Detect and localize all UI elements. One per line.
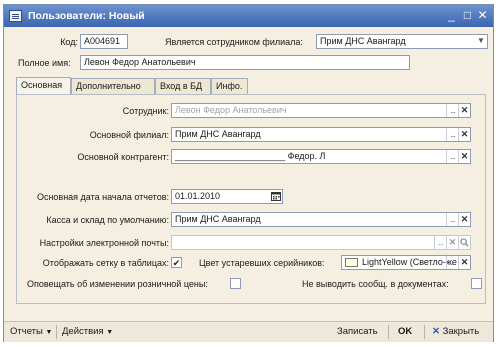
triangle-down-icon: ▼ <box>106 329 114 336</box>
code-label: Код: <box>60 37 78 47</box>
document-icon <box>9 10 22 22</box>
command-bar: Отчеты ▼ Действия ▼ Записать OK ✕ Закрыт… <box>4 321 493 342</box>
window-title: Пользователи: Новый <box>28 10 145 22</box>
ok-button[interactable]: OK <box>398 326 412 337</box>
close-window-button[interactable]: ✕ <box>475 8 490 23</box>
fullname-label: Полное имя: <box>18 58 71 68</box>
ellipsis-icon[interactable]: ... <box>446 213 458 226</box>
main-contractor-field[interactable]: ______________________ Федор. Л ... ✕ <box>171 149 471 164</box>
email-settings-field[interactable]: ... ✕ <box>171 235 471 250</box>
employee-value: Левон Федор Анатольевич <box>175 105 287 115</box>
employee-field[interactable]: Левон Федор Анатольевич ... ✕ <box>171 103 471 118</box>
branch-employee-value: Прим ДНС Авангард <box>320 36 406 46</box>
outdated-color-value: LightYellow (Светло-же <box>362 257 457 267</box>
chevron-down-icon[interactable]: ▼ <box>475 35 487 48</box>
employee-label: Сотрудник: <box>122 106 169 116</box>
title-bar: Пользователи: Новый _ □ ✕ <box>4 5 493 27</box>
color-swatch <box>345 258 358 267</box>
reports-menu-label: Отчеты <box>10 326 43 337</box>
no-messages-label: Не выводить сообщ. в документах: <box>302 279 449 289</box>
close-x-icon: ✕ <box>432 326 440 337</box>
ellipsis-icon[interactable]: ... <box>434 236 446 249</box>
clear-x-icon[interactable]: ✕ <box>458 256 470 269</box>
ellipsis-icon[interactable]: ... <box>446 104 458 117</box>
calendar-icon[interactable] <box>270 190 282 203</box>
branch-employee-select[interactable]: Прим ДНС Авангард ▼ <box>316 34 488 49</box>
close-button-label: Закрыть <box>442 326 480 337</box>
minimize-button[interactable]: _ <box>444 8 459 23</box>
actions-menu[interactable]: Действия ▼ <box>62 326 113 337</box>
cash-warehouse-value: Прим ДНС Авангард <box>175 214 261 224</box>
triangle-down-icon: ▼ <box>45 329 53 336</box>
fullname-value: Левон Федор Анатольевич <box>84 57 196 67</box>
clear-x-icon[interactable]: ✕ <box>458 104 470 117</box>
main-branch-value: Прим ДНС Авангард <box>175 129 261 139</box>
ellipsis-icon[interactable]: ... <box>446 128 458 141</box>
code-field[interactable]: A004691 <box>80 34 128 49</box>
separator <box>56 325 57 339</box>
tab-additional[interactable]: Дополнительно <box>71 78 155 94</box>
close-button[interactable]: ✕ Закрыть <box>432 326 479 337</box>
clear-x-icon[interactable]: ✕ <box>446 236 458 249</box>
separator <box>424 325 425 339</box>
actions-menu-label: Действия <box>62 326 104 337</box>
show-grid-checkbox[interactable]: ✔ <box>171 257 182 268</box>
outdated-color-field[interactable]: LightYellow (Светло-же ... ✕ <box>341 255 471 270</box>
notify-retail-label: Оповещать об изменении розничной цены: <box>27 279 208 289</box>
fullname-field[interactable]: Левон Федор Анатольевич <box>80 55 410 70</box>
clear-x-icon[interactable]: ✕ <box>458 150 470 163</box>
tab-main[interactable]: Основная <box>16 77 71 94</box>
cash-warehouse-label: Касса и склад по умолчанию: <box>46 215 169 225</box>
no-messages-checkbox[interactable] <box>471 278 482 289</box>
tab-db-login[interactable]: Вход в БД <box>155 78 211 94</box>
main-contractor-label: Основной контрагент: <box>77 152 169 162</box>
tab-panel-main: Сотрудник: Левон Федор Анатольевич ... ✕… <box>16 94 486 304</box>
cash-warehouse-field[interactable]: Прим ДНС Авангард ... ✕ <box>171 212 471 227</box>
notify-retail-checkbox[interactable] <box>230 278 241 289</box>
report-start-label: Основная дата начала отчетов: <box>36 192 169 202</box>
tab-info[interactable]: Инфо. <box>211 78 248 94</box>
user-form-window: Пользователи: Новый _ □ ✕ Код: A004691 Я… <box>3 4 494 342</box>
clear-x-icon[interactable]: ✕ <box>458 213 470 226</box>
show-grid-label: Отображать сетку в таблицах: <box>42 258 169 268</box>
maximize-button[interactable]: □ <box>460 8 475 23</box>
magnifier-icon[interactable] <box>458 236 470 249</box>
outdated-color-label: Цвет устаревших серийников: <box>199 258 325 268</box>
branch-employee-label: Является сотрудником филиала: <box>165 37 303 47</box>
code-value: A004691 <box>84 36 121 46</box>
email-settings-label: Настройки электронной почты: <box>39 238 169 248</box>
ellipsis-icon[interactable]: ... <box>446 150 458 163</box>
ellipsis-icon[interactable]: ... <box>446 256 458 269</box>
main-branch-label: Основной филиал: <box>89 130 169 140</box>
main-contractor-value: ______________________ Федор. Л <box>175 151 326 161</box>
report-start-value: 01.01.2010 <box>175 191 221 201</box>
separator <box>388 325 389 339</box>
report-start-date-field[interactable]: 01.01.2010 <box>171 189 283 204</box>
clear-x-icon[interactable]: ✕ <box>458 128 470 141</box>
main-branch-field[interactable]: Прим ДНС Авангард ... ✕ <box>171 127 471 142</box>
save-button[interactable]: Записать <box>337 326 378 337</box>
reports-menu[interactable]: Отчеты ▼ <box>10 326 52 337</box>
